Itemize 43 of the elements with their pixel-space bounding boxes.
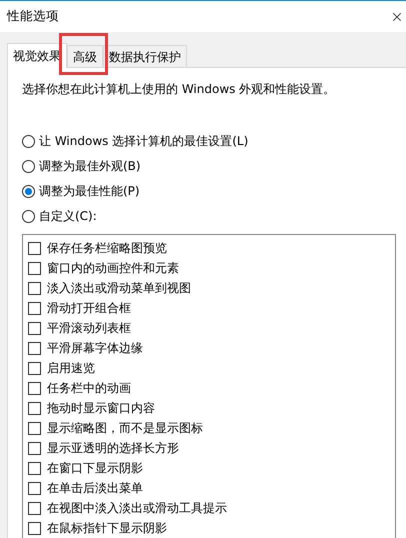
- radio-button[interactable]: [22, 160, 35, 172]
- description-text: 选择你想在此计算机上使用的 Windows 外观和性能设置。: [22, 81, 336, 98]
- checkbox[interactable]: [28, 422, 41, 434]
- effect-checkbox-item[interactable]: 在窗口下显示阴影: [28, 458, 395, 478]
- effect-checkbox-item[interactable]: 平滑屏幕字体边缘: [28, 338, 395, 358]
- effect-checkbox-item[interactable]: 滑动打开组合框: [28, 298, 395, 318]
- radio-button[interactable]: [22, 184, 35, 198]
- effect-checkbox-item[interactable]: 显示亚透明的选择长方形: [28, 438, 395, 458]
- effect-checkbox-item[interactable]: 在视图中淡入淡出或滑动工具提示: [28, 498, 395, 518]
- checkbox[interactable]: [28, 462, 41, 474]
- tab[interactable]: 高级: [67, 45, 103, 67]
- effect-checkbox-item[interactable]: 平滑滚动列表框: [28, 318, 395, 338]
- checkbox[interactable]: [28, 322, 41, 334]
- checkbox[interactable]: [28, 282, 41, 294]
- checkbox[interactable]: [28, 342, 41, 354]
- checkbox[interactable]: [28, 362, 41, 374]
- effect-checkbox-item[interactable]: 在单击后淡出菜单: [28, 478, 395, 498]
- radio-button[interactable]: [22, 210, 35, 222]
- effect-checkbox-item[interactable]: 淡入淡出或滑动菜单到视图: [28, 278, 395, 298]
- effect-checkbox-item[interactable]: 启用速览: [28, 358, 395, 378]
- effect-checkbox-item[interactable]: 保存任务栏缩略图预览: [28, 238, 395, 258]
- tab[interactable]: 视觉效果: [7, 43, 67, 68]
- effect-checkbox-item[interactable]: 窗口内的动画控件和元素: [28, 258, 395, 278]
- window-title: 性能选项: [7, 7, 59, 26]
- checkbox[interactable]: [28, 502, 41, 514]
- radio-option[interactable]: 调整为最佳外观(B): [22, 157, 406, 175]
- checkbox[interactable]: [28, 522, 41, 534]
- effect-checkbox-item[interactable]: 任务栏中的动画: [28, 378, 395, 398]
- effect-checkbox-item[interactable]: 显示缩略图，而不是显示图标: [28, 418, 395, 438]
- radio-option[interactable]: 调整为最佳性能(P): [22, 182, 406, 200]
- checkbox[interactable]: [28, 382, 41, 394]
- radio-option[interactable]: 让 Windows 选择计算机的最佳设置(L): [22, 132, 406, 150]
- tab[interactable]: 数据执行保护: [103, 45, 187, 67]
- effect-checkbox-item[interactable]: 在鼠标指针下显示阴影: [28, 518, 395, 538]
- checkbox[interactable]: [28, 402, 41, 414]
- checkbox[interactable]: [28, 442, 41, 454]
- checkbox[interactable]: [28, 302, 41, 314]
- radio-option[interactable]: 自定义(C):: [22, 207, 406, 225]
- radio-button[interactable]: [22, 134, 35, 148]
- checkbox[interactable]: [28, 482, 41, 494]
- checkbox[interactable]: [28, 262, 41, 274]
- checkbox[interactable]: [28, 242, 41, 254]
- effect-checkbox-item[interactable]: 拖动时显示窗口内容: [28, 398, 395, 418]
